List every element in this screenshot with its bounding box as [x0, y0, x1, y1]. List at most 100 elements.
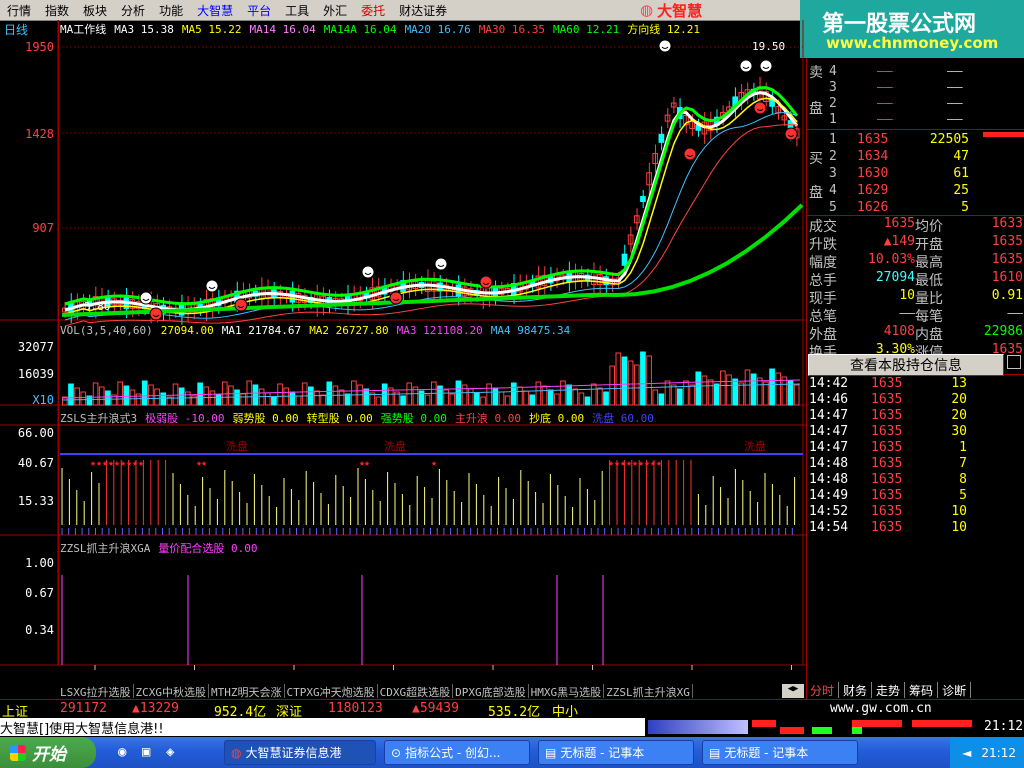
kline-chart-area[interactable]: 19.503.80★★★★★★★★★★★★★★★★★★★★★★★洗盘洗盘洗盘23…: [0, 20, 806, 685]
tick-price: 1635: [871, 408, 903, 423]
right-tab[interactable]: 诊断: [938, 682, 972, 698]
progress-strip: [648, 720, 748, 734]
level: 5: [829, 200, 837, 215]
volume-bar: [129, 389, 136, 406]
task-notepad-2[interactable]: ▤ 无标题 - 记事本: [702, 740, 858, 765]
washout-marker: 洗盘: [226, 439, 248, 453]
zsls-indicator-line: ZSLS主升浪式3 极弱股 -10.00 弱势股 0.00 转型股 0.00 强势股 0…: [60, 410, 662, 426]
right-tab[interactable]: 走势: [872, 682, 906, 698]
news-ticker[interactable]: 大智慧[]使用大智慧信息港!!: [0, 718, 645, 736]
menu-item-6[interactable]: 平台: [240, 2, 278, 19]
zzsl-indicator-line: ZZSL抓主升浪XGA 量价配合选股 0.00: [60, 540, 265, 556]
menu-item-9[interactable]: 委托: [354, 2, 392, 19]
volume-bar: [117, 381, 123, 406]
menu-item-7[interactable]: 工具: [278, 2, 316, 19]
volume-bar: [271, 396, 277, 406]
formula-tab[interactable]: ZZSL抓主升浪XG: [604, 684, 693, 699]
menu-item-1[interactable]: 指数: [38, 2, 76, 19]
volume-bar: [640, 351, 646, 406]
right-tab[interactable]: 财务: [839, 682, 873, 698]
smile-signal-icon: [739, 59, 753, 73]
panel-row: 外盘 4108 内盘 22986: [807, 324, 1024, 343]
menu-item-3[interactable]: 分析: [114, 2, 152, 19]
quote-label: 内盘: [915, 327, 943, 343]
smile-signal-icon: [658, 39, 672, 53]
status-url[interactable]: www.gw.com.cn: [830, 701, 932, 716]
media-icon[interactable]: ◈: [166, 744, 174, 760]
menu-item-8[interactable]: 外汇: [316, 2, 354, 19]
menu-item-2[interactable]: 板块: [76, 2, 114, 19]
panel-row: 幅度 10.03% 最高 1635: [807, 252, 1024, 271]
volume-bar: [695, 371, 702, 406]
indicator-value: MA30 16.35: [478, 23, 546, 36]
price-axis: 1950 1428 907 32077 16039 X10 66.00 40.67 15.33 1…: [0, 20, 59, 665]
formula-tab[interactable]: LSXG拉升选股: [58, 684, 134, 699]
formula-tab[interactable]: DPXG底部选股: [453, 684, 529, 699]
ask-price: ——: [877, 80, 893, 95]
indicator-value: MA5 15.22: [181, 23, 242, 36]
formula-tab[interactable]: MTHZ明天会涨: [209, 684, 285, 699]
volume-bar: [160, 392, 167, 406]
tick-row: 14:49 1635 5: [807, 488, 1024, 504]
right-tab[interactable]: 筹码: [905, 682, 939, 698]
volume-bar: [98, 386, 105, 406]
formula-tab[interactable]: HMXG黑马选股: [529, 684, 605, 699]
y-tick-label: 66.00: [17, 426, 54, 440]
quote-label: 最高: [915, 255, 943, 271]
menu-item-10[interactable]: 财达证券: [392, 2, 454, 19]
y-tick-label: 16039: [17, 367, 54, 381]
indicator-value: 转型股 0.00: [306, 412, 373, 425]
tick-row: 14:47 1635 1: [807, 440, 1024, 456]
hold-close-icon[interactable]: [1007, 355, 1021, 369]
formula-tab[interactable]: CTPXG冲天炮选股: [285, 684, 378, 699]
formula-tab[interactable]: CDXG超跌选股: [378, 684, 454, 699]
task-notepad-1[interactable]: ▤ 无标题 - 记事本: [538, 740, 694, 765]
volume-bar: [295, 395, 302, 406]
view-holdings-button[interactable]: 查看本股持仓信息: [808, 354, 1004, 376]
volume-bar: [603, 391, 609, 406]
quote-label: 均价: [915, 219, 943, 235]
bid-volume: 47: [953, 149, 969, 164]
start-button[interactable]: 开始: [0, 737, 96, 768]
menu-item-4[interactable]: 功能: [152, 2, 190, 19]
tick-volume: 8: [959, 472, 967, 487]
volume-bar: [301, 382, 308, 406]
quote-value: 22986: [983, 324, 1023, 339]
tick-volume: 7: [959, 456, 967, 471]
quote-value: ——: [1007, 306, 1023, 321]
tab-scroll-arrows-icon[interactable]: ◀▶: [782, 684, 804, 698]
volume-indicator-line: VOL(3,5,40,60) 27094.00 MA1 21784.67 MA2 26…: [60, 324, 578, 337]
menu-item-5[interactable]: 大智慧: [190, 2, 240, 19]
tray-clock[interactable]: 21:12: [981, 746, 1016, 760]
volume-bar: [203, 386, 210, 406]
task-formula[interactable]: ⊙ 指标公式 - 创幻...: [384, 740, 530, 765]
quote-label: 每笔: [915, 309, 943, 325]
tray-arrow-icon: ◄: [962, 745, 972, 760]
tick-time: 14:48: [809, 472, 849, 487]
indicator-value: MA14A 16.04: [323, 23, 397, 36]
quote-value: ▲149: [883, 234, 915, 249]
ie-icon[interactable]: ◉: [118, 744, 126, 760]
level: 3: [829, 166, 837, 181]
desktop-icon[interactable]: ▣: [142, 744, 150, 760]
menu-item-0[interactable]: 行情: [0, 2, 38, 19]
panel-row: 3 1630 61: [807, 166, 1024, 182]
volume-bar: [621, 356, 628, 406]
indicator-value: MA4 98475.34: [490, 324, 571, 337]
volume-bar: [572, 388, 579, 406]
volume-bar: [781, 376, 788, 406]
smile-signal-icon: [389, 291, 403, 305]
star-icon: ★: [431, 458, 437, 469]
ma60-line: [61, 203, 804, 317]
indicator-value: 弱势股 0.00: [232, 412, 299, 425]
sz-index-value: 1180123: [328, 701, 383, 716]
right-tab[interactable]: 分时: [806, 682, 840, 698]
volume-bar: [424, 394, 431, 406]
task-dzh[interactable]: ◍ 大智慧证券信息港: [224, 740, 376, 765]
tick-time: 14:54: [809, 520, 849, 535]
tick-row: 14:47 1635 30: [807, 424, 1024, 440]
formula-tab[interactable]: ZCXG中秋选股: [134, 684, 209, 699]
ask-volume: ——: [947, 80, 963, 95]
volume-bar: [375, 396, 382, 406]
tick-price: 1635: [871, 392, 903, 407]
